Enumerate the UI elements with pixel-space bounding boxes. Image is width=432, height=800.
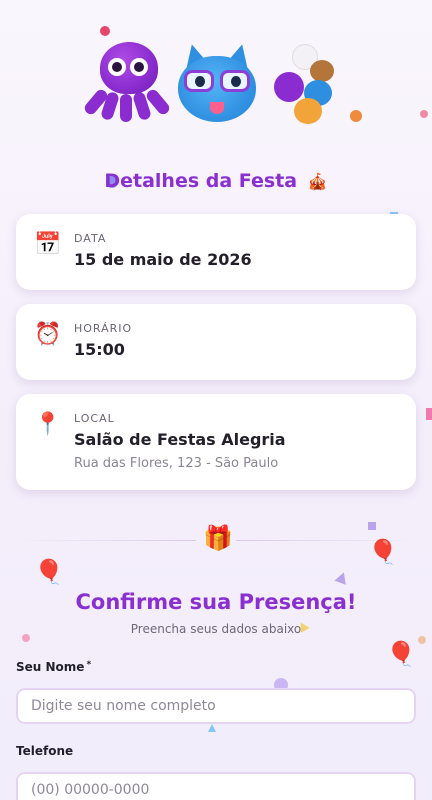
mascots-illustration xyxy=(0,34,432,134)
confetti xyxy=(334,570,350,585)
alarm-clock-icon: ⏰ xyxy=(34,322,62,347)
confetti xyxy=(368,522,376,530)
date-card: 📅 DATA 15 de maio de 2026 xyxy=(16,214,416,290)
time-card: ⏰ HORÁRIO 15:00 xyxy=(16,304,416,380)
party-details-title: Detalhes da Festa 🎪 xyxy=(0,170,432,192)
balloon-icon: 🎈 xyxy=(368,538,398,566)
calendar-icon: 📅 xyxy=(34,232,62,257)
location-value: Salão de Festas Alegria xyxy=(74,430,286,449)
rsvp-subtitle: Preencha seus dados abaixo xyxy=(130,622,302,636)
animal-friends-mascot xyxy=(272,40,342,126)
date-value: 15 de maio de 2026 xyxy=(74,250,252,269)
date-label: DATA xyxy=(74,232,107,245)
phone-input[interactable] xyxy=(16,772,416,800)
phone-label-text: Telefone xyxy=(16,744,74,758)
confetti xyxy=(418,636,426,644)
name-label-text: Seu Nome xyxy=(16,660,85,674)
location-card: 📍 LOCAL Salão de Festas Alegria Rua das … xyxy=(16,394,416,490)
name-field-label: Seu Nome * xyxy=(16,660,91,674)
confetti xyxy=(426,408,432,420)
gift-icon: 🎁 xyxy=(203,524,233,552)
name-input[interactable] xyxy=(16,688,416,724)
location-address: Rua das Flores, 123 - São Paulo xyxy=(74,456,279,471)
required-mark: * xyxy=(86,660,92,670)
balloon-icon: 🎈 xyxy=(386,640,416,668)
divider-left xyxy=(16,540,196,541)
party-details-title-text: Detalhes da Festa xyxy=(104,170,298,192)
phone-field-label: Telefone xyxy=(16,744,73,758)
balloon-icon: 🎈 xyxy=(34,558,64,586)
time-value: 15:00 xyxy=(74,340,125,359)
circus-tent-icon: 🎪 xyxy=(307,172,328,191)
blue-cat-mascot xyxy=(176,41,258,126)
confetti xyxy=(208,724,216,732)
rsvp-title: Confirme sua Presença! xyxy=(75,590,357,614)
location-label: LOCAL xyxy=(74,412,115,425)
pin-icon: 📍 xyxy=(34,412,62,437)
time-label: HORÁRIO xyxy=(74,322,133,335)
octopus-mascot xyxy=(82,42,172,122)
